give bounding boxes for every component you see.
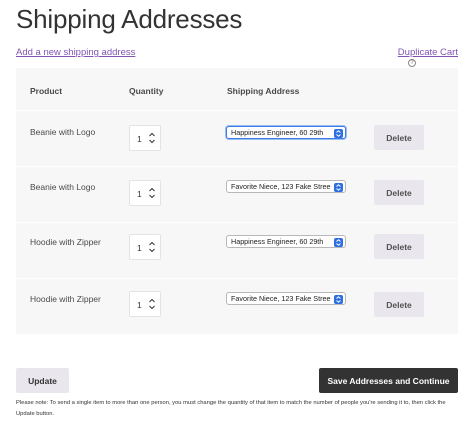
shipping-address-select[interactable]: Happiness Engineer, 60 29th bbox=[226, 126, 346, 139]
spinner-icon[interactable] bbox=[148, 131, 156, 145]
update-button[interactable]: Update bbox=[16, 368, 69, 393]
quantity-value: 1 bbox=[137, 189, 142, 199]
shipping-address-select[interactable]: Happiness Engineer, 60 29th bbox=[226, 235, 346, 248]
delete-button[interactable]: Delete bbox=[374, 180, 424, 205]
product-name: Hoodie with Zipper bbox=[30, 294, 101, 304]
delete-button[interactable]: Delete bbox=[374, 292, 424, 317]
page-title: Shipping Addresses bbox=[16, 4, 243, 34]
help-icon[interactable]: ? bbox=[408, 59, 416, 67]
save-addresses-button[interactable]: Save Addresses and Continue bbox=[319, 368, 458, 393]
product-name: Beanie with Logo bbox=[30, 127, 96, 137]
add-shipping-address-link[interactable]: Add a new shipping address bbox=[16, 47, 135, 58]
delete-button[interactable]: Delete bbox=[374, 125, 424, 150]
chevron-updown-icon bbox=[334, 237, 343, 247]
chevron-updown-icon bbox=[334, 182, 343, 192]
header-shipping-address: Shipping Address bbox=[227, 86, 300, 96]
delete-button[interactable]: Delete bbox=[374, 234, 424, 259]
quantity-value: 1 bbox=[137, 300, 142, 310]
help-note: Please note: To send a single item to mo… bbox=[16, 400, 446, 417]
row-divider bbox=[16, 278, 458, 279]
header-product: Product bbox=[30, 86, 63, 96]
quantity-value: 1 bbox=[137, 134, 142, 144]
shipping-table: Product Quantity Shipping Address Beanie… bbox=[16, 68, 458, 334]
shipping-address-select[interactable]: Favorite Niece, 123 Fake Stree bbox=[226, 180, 346, 193]
row-divider bbox=[16, 166, 458, 167]
spinner-icon[interactable] bbox=[148, 297, 156, 311]
header-quantity: Quantity bbox=[129, 86, 164, 96]
quantity-stepper[interactable]: 1 bbox=[129, 180, 161, 206]
product-name: Beanie with Logo bbox=[30, 182, 96, 192]
quantity-value: 1 bbox=[137, 243, 142, 253]
quantity-stepper[interactable]: 1 bbox=[129, 234, 161, 260]
chevron-updown-icon bbox=[334, 128, 343, 138]
shipping-address-select[interactable]: Favorite Niece, 123 Fake Stree bbox=[226, 292, 346, 305]
spinner-icon[interactable] bbox=[148, 186, 156, 200]
duplicate-cart-link[interactable]: Duplicate Cart bbox=[398, 47, 458, 58]
product-name: Hoodie with Zipper bbox=[30, 237, 101, 247]
selected-address: Happiness Engineer, 60 29th bbox=[231, 237, 324, 246]
quantity-stepper[interactable]: 1 bbox=[129, 125, 161, 151]
selected-address: Happiness Engineer, 60 29th bbox=[231, 128, 324, 137]
chevron-updown-icon bbox=[334, 294, 343, 304]
row-divider bbox=[16, 110, 458, 111]
quantity-stepper[interactable]: 1 bbox=[129, 291, 161, 317]
selected-address: Favorite Niece, 123 Fake Stree bbox=[231, 182, 331, 191]
selected-address: Favorite Niece, 123 Fake Stree bbox=[231, 294, 331, 303]
row-divider bbox=[16, 222, 458, 223]
spinner-icon[interactable] bbox=[148, 240, 156, 254]
